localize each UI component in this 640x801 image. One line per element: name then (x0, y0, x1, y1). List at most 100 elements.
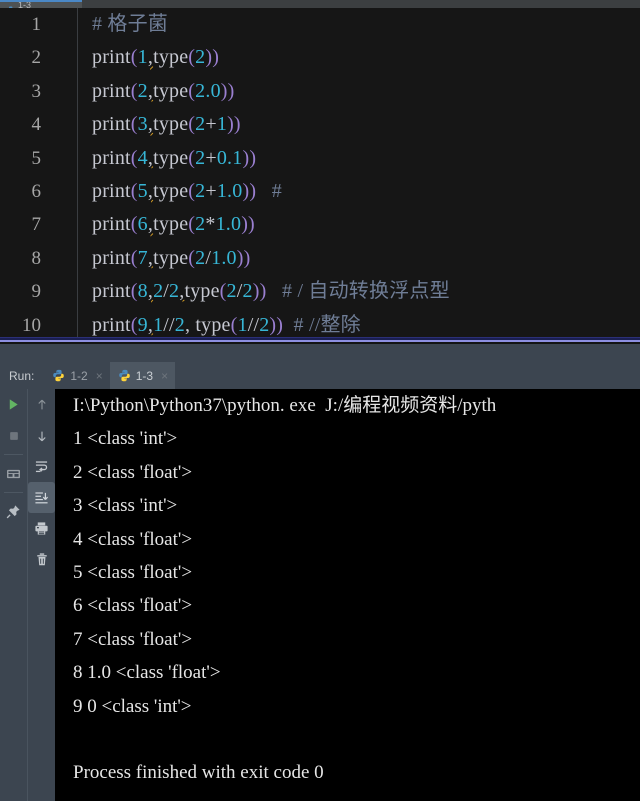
code-token-num: 7 (137, 246, 148, 269)
code-line[interactable]: print(9,1//2, type(1//2)) # //整除 (79, 309, 640, 340)
code-token-num: 2 (195, 46, 206, 69)
code-token-paren: )) (205, 46, 220, 69)
code-token-comment: # (256, 179, 283, 202)
pin-icon (6, 505, 20, 519)
code-token-comment: # //整除 (283, 313, 361, 336)
code-token-paren: ( (130, 280, 138, 303)
line-number: 1 (31, 14, 42, 35)
editor-tab-strip: 1-3 (0, 0, 640, 8)
console-line: 2 <class 'float'> (73, 461, 193, 483)
stop-button[interactable] (0, 420, 27, 451)
print-button[interactable] (28, 513, 55, 544)
code-token-num: 1.0 (216, 179, 243, 202)
editor-tab-partial[interactable]: 1-3 (0, 0, 82, 8)
code-token-op: , (184, 313, 196, 336)
code-token-fn: print (92, 113, 131, 136)
panel-divider[interactable] (0, 337, 640, 342)
code-content[interactable]: # 格子菌 print(1,type(2)) print(2,type(2.0)) p… (79, 8, 640, 340)
python-file-icon (6, 2, 15, 8)
close-icon[interactable]: × (96, 369, 103, 383)
code-token-fn: type (153, 213, 189, 236)
line-number-gutter: 1 2 3 4 5 6 7 8 9 10 (0, 8, 78, 340)
run-tab-1-3[interactable]: 1-3 × (109, 362, 176, 389)
soft-wrap-button[interactable] (28, 451, 55, 482)
code-token-num: 2 (137, 79, 148, 102)
rerun-button[interactable] (0, 389, 27, 420)
code-token-num: 9 (137, 313, 148, 336)
code-token-fn: type (195, 313, 231, 336)
code-token-num: 2.0 (195, 79, 221, 102)
toolbar-separator (4, 492, 23, 493)
close-icon[interactable]: × (161, 369, 168, 383)
code-line[interactable]: print(6,type(2*1.0)) (79, 208, 640, 241)
run-console-output[interactable]: I:\Python\Python37\python. exe J:/编程视频资料… (55, 389, 640, 801)
code-token-num: 1 (237, 313, 248, 336)
code-token-num: 1.0 (215, 213, 242, 236)
code-token-paren: )) (242, 179, 257, 202)
code-line[interactable]: print(4,type(2+0.1)) (79, 142, 640, 175)
code-line[interactable]: print(3,type(2+1)) (79, 108, 640, 141)
code-token-fn: type (153, 113, 189, 136)
up-the-stack-trace-button[interactable] (28, 389, 55, 420)
code-line[interactable]: print(1,type(2)) (79, 41, 640, 74)
code-line[interactable]: print(5,type(2+1.0)) # (79, 175, 640, 208)
toolbar-separator (4, 454, 23, 455)
run-tab-1-3-label: 1-3 (135, 368, 154, 383)
stop-square-icon (9, 431, 18, 440)
code-token-fn: type (153, 46, 189, 69)
code-token-num: 2 (195, 246, 206, 269)
code-token-num: 2 (226, 280, 237, 303)
code-token-paren: )) (227, 113, 241, 136)
console-line: 4 <class 'float'> (73, 528, 193, 550)
code-token-op: // (163, 313, 175, 336)
code-token-paren: ( (219, 280, 227, 303)
scroll-to-end-button[interactable] (28, 482, 55, 513)
code-token-fn: type (153, 146, 189, 169)
line-number: 2 (31, 47, 42, 69)
trash-icon (36, 553, 47, 566)
code-token-paren: )) (252, 280, 267, 303)
pin-tab-button[interactable] (0, 496, 27, 527)
code-token-num: 1 (216, 113, 228, 136)
code-token-num: 2 (242, 280, 253, 303)
clear-all-button[interactable] (28, 544, 55, 575)
console-line: 8 1.0 <class 'float'> (73, 662, 221, 684)
editor-tab-partial-label: 1-3 (18, 0, 32, 8)
console-line: 9 0 <class 'int'> (73, 695, 192, 717)
run-tab-bar: Run: 1-2 × 1-3 × (0, 362, 640, 389)
code-line[interactable]: # 格子菌 (79, 8, 640, 41)
code-token-fn: print (92, 146, 131, 169)
code-token-num: 1.0 (211, 246, 237, 269)
layout-icon (7, 469, 20, 478)
python-icon (118, 369, 131, 382)
restore-layout-button[interactable] (0, 458, 27, 489)
code-token-num: 2 (174, 313, 185, 336)
code-token-fn: print (92, 213, 131, 236)
code-token-num: 2 (195, 113, 206, 136)
code-token-fn: print (92, 280, 131, 303)
line-number: 8 (31, 247, 42, 269)
code-line[interactable]: print(7,type(2/1.0)) (79, 242, 640, 275)
run-toolbar-left (0, 389, 27, 801)
console-line: 1 <class 'int'> (73, 428, 178, 450)
code-token-num: 1 (153, 313, 164, 336)
code-token-paren: )) (242, 146, 257, 169)
code-editor[interactable]: 1 2 3 4 5 6 7 8 9 10 # 格子菌 print(1,type(2)) print(2… (0, 8, 640, 340)
code-line[interactable]: print(8,2/2,type(2/2)) # / 自动转换浮点型 (79, 275, 640, 308)
line-number: 3 (31, 80, 42, 102)
arrow-up-icon (37, 399, 46, 409)
code-token-fn: print (92, 313, 131, 336)
code-token-fn: print (92, 46, 131, 69)
code-line[interactable]: print(2,type(2.0)) (79, 75, 640, 108)
code-token-num: 2 (195, 179, 206, 202)
code-token-paren: ( (130, 46, 138, 69)
code-token-fn: type (153, 79, 189, 102)
soft-wrap-icon (35, 461, 48, 473)
code-token-op: * (205, 213, 216, 236)
code-token-paren: )) (269, 313, 284, 336)
code-token-fn: print (92, 246, 131, 269)
down-the-stack-trace-button[interactable] (28, 420, 55, 451)
code-token-paren: ( (130, 246, 138, 269)
run-tab-1-2[interactable]: 1-2 × (44, 362, 110, 389)
